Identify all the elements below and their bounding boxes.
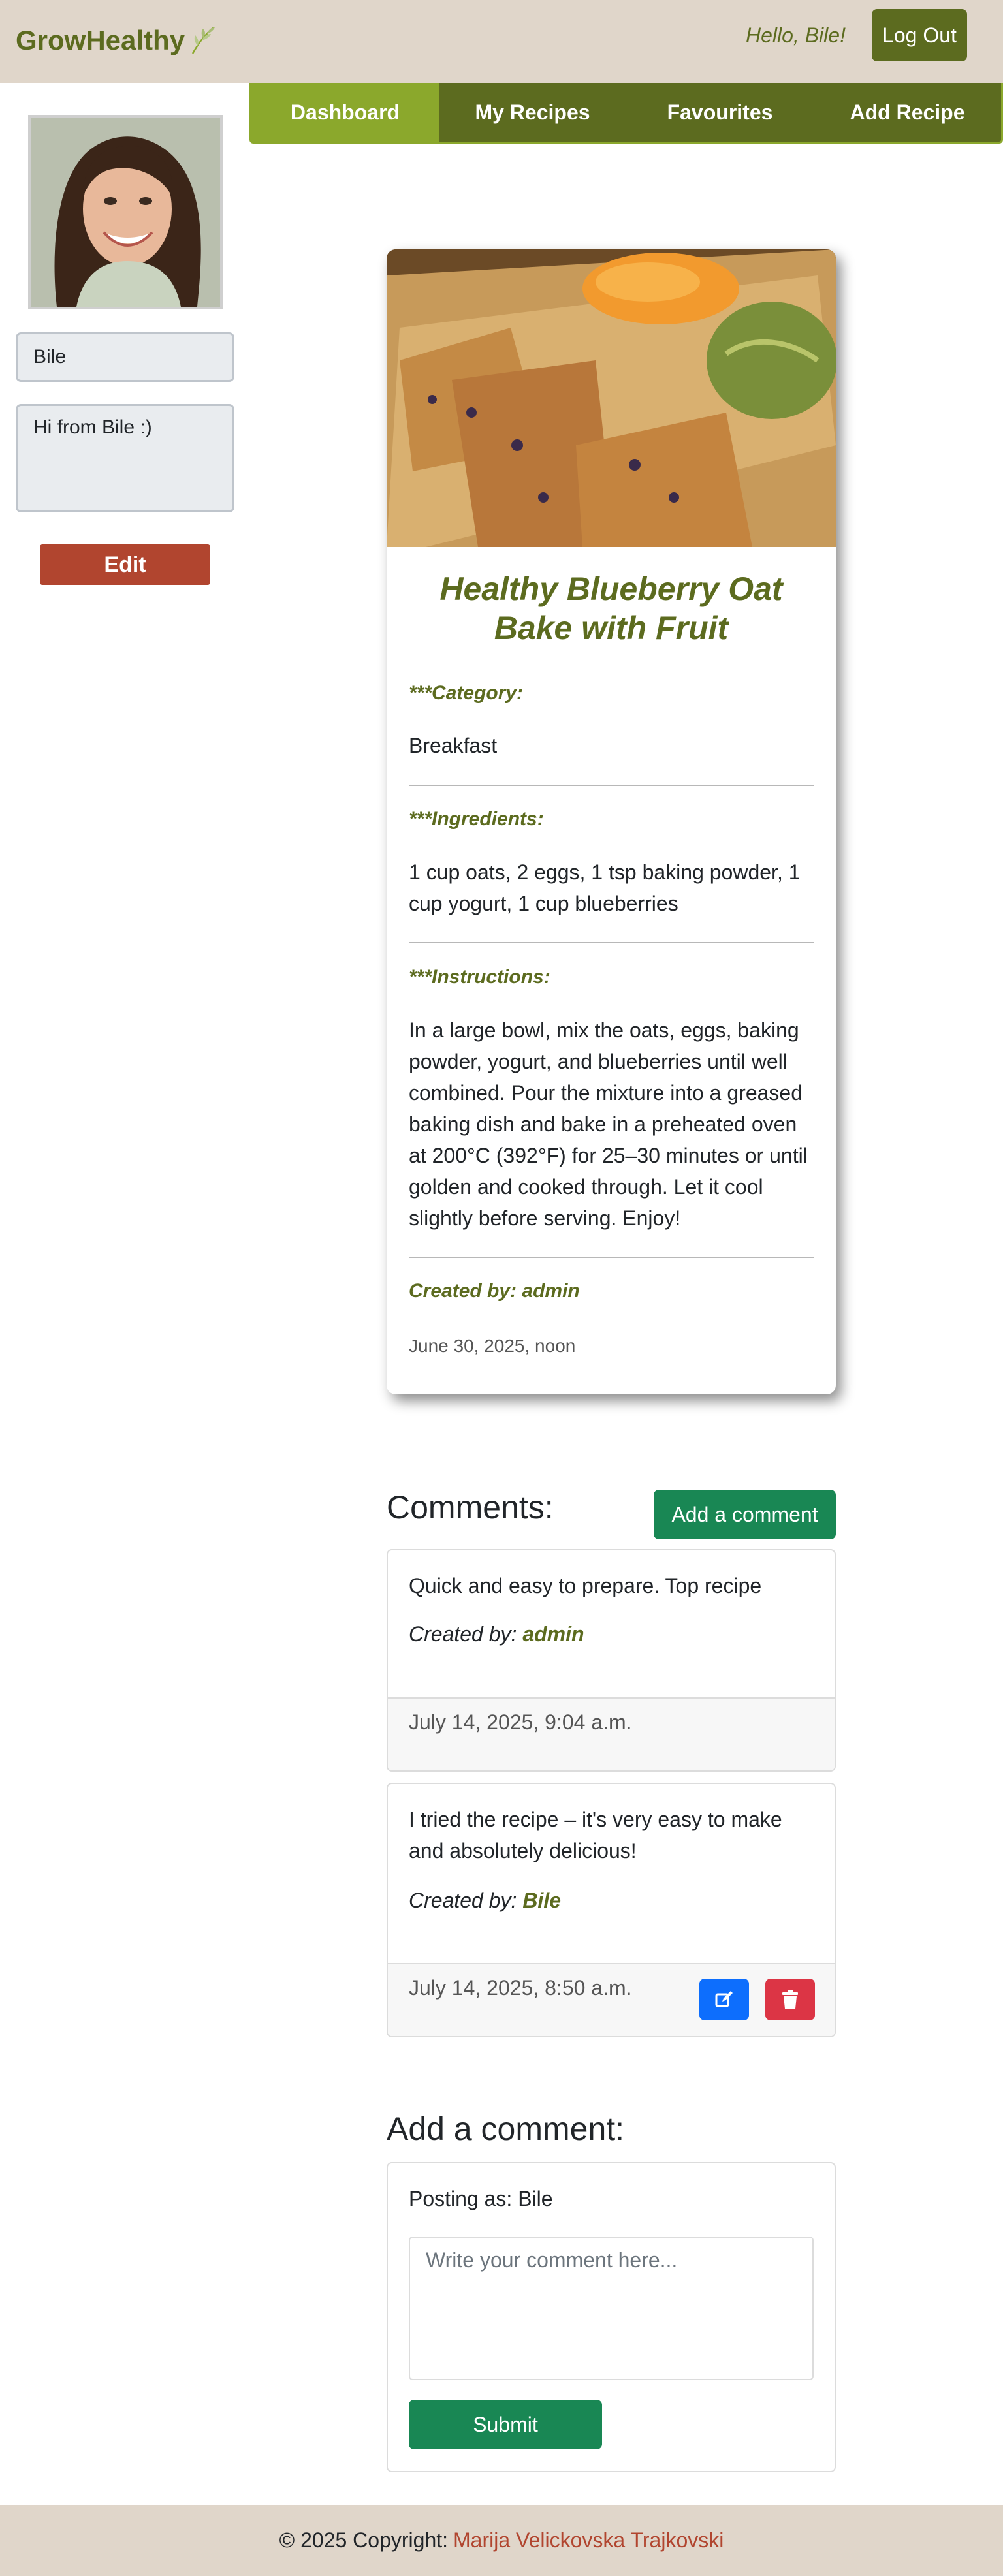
category-value: Breakfast [409,734,498,757]
comment-form: Posting as: Bile Submit [387,2162,836,2472]
avatar-image [31,118,220,307]
instructions-label: ***Instructions: [409,966,550,988]
recipe-author: Created by: admin [409,1280,580,1302]
copyright-text: © 2025 Copyright: [279,2528,449,2552]
greeting: Hello, Bile! [746,24,846,47]
comment-author-line: Created by: Bile [409,1889,561,1913]
comment-card: I tried the recipe – it's very easy to m… [387,1783,836,2037]
tab-my-recipes[interactable]: My Recipes [439,83,626,142]
comment-date: July 14, 2025, 9:04 a.m. [409,1710,632,1734]
tab-dashboard[interactable]: Dashboard [251,83,439,142]
category-label: ***Category: [409,682,524,704]
ingredients-value: 1 cup oats, 2 eggs, 1 tsp baking powder,… [409,860,801,915]
comment-footer: July 14, 2025, 8:50 a.m. [388,1963,835,2036]
comment-date: July 14, 2025, 8:50 a.m. [409,1976,632,2000]
posting-as-label: Posting as: Bile [409,2187,553,2210]
tab-favourites[interactable]: Favourites [626,83,814,142]
comment-text: Quick and easy to prepare. Top recipe [409,1574,762,1597]
add-comment-heading: Add a comment: [387,2111,625,2147]
edit-comment-button[interactable] [699,1979,749,2020]
edit-icon [715,1991,733,2007]
recipe-image [387,249,836,547]
recipe-date: June 30, 2025, noon [409,1336,576,1356]
instructions-value: In a large bowl, mix the oats, eggs, bak… [409,1018,808,1230]
footer: © 2025 Copyright: Marija Velickovska Tra… [0,2505,1003,2576]
comment-author: Bile [522,1889,561,1912]
comment-author: admin [522,1622,584,1646]
profile-name-field[interactable] [16,332,234,382]
brand-logo[interactable]: GrowHealthy [16,25,217,56]
divider [409,785,814,786]
delete-comment-button[interactable] [765,1979,815,2020]
author-link[interactable]: Marija Velickovska Trajkovski [453,2528,724,2552]
tab-add-recipe[interactable]: Add Recipe [814,83,1001,142]
recipe-title: Healthy Blueberry Oat Bake with Fruit [439,571,783,646]
profile-bio-field[interactable]: Hi from Bile :) [16,404,234,512]
comment-input[interactable] [409,2237,814,2380]
header: GrowHealthy Hello, Bile! Log Out [0,0,1003,83]
edit-profile-button[interactable]: Edit [40,544,210,585]
ingredients-label: ***Ingredients: [409,808,544,830]
trash-icon [782,1990,798,2009]
main-nav: Dashboard My Recipes Favourites Add Reci… [249,83,1003,144]
divider [409,1257,814,1258]
comment-footer: July 14, 2025, 9:04 a.m. [388,1697,835,1770]
comment-author-prefix: Created by: [409,1889,517,1912]
comment-author-line: Created by: admin [409,1622,584,1646]
comment-card: Quick and easy to prepare. Top recipe Cr… [387,1549,836,1772]
leaf-icon [191,27,215,54]
submit-button[interactable]: Submit [409,2400,602,2449]
comment-author-prefix: Created by: [409,1622,517,1646]
comments-heading: Comments: [387,1489,554,1526]
logout-button[interactable]: Log Out [872,9,967,61]
divider [409,942,814,943]
avatar [28,115,223,309]
add-comment-button[interactable]: Add a comment [654,1490,836,1539]
recipe-card: Healthy Blueberry Oat Bake with Fruit **… [387,249,836,1394]
comment-text: I tried the recipe – it's very easy to m… [409,1808,782,1862]
brand-name: GrowHealthy [16,25,185,55]
